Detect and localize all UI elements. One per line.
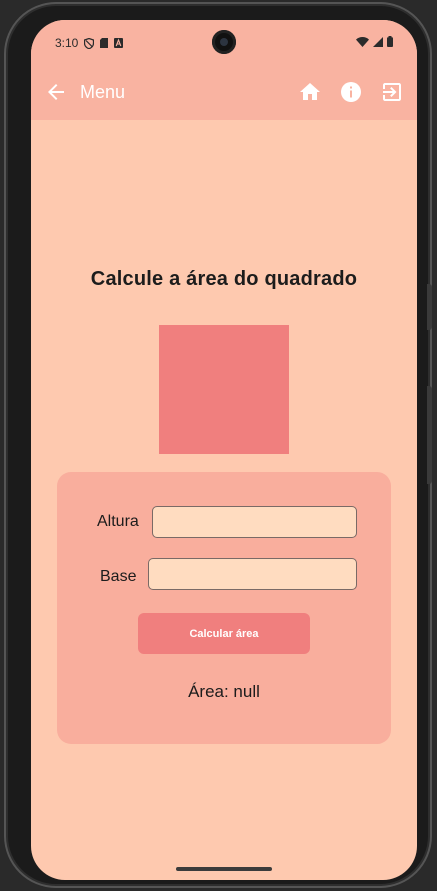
- app-screen: 3:10 Menu Calcule a área do quadrado Alt…: [31, 20, 417, 880]
- status-right: [356, 36, 393, 47]
- power-button: [427, 284, 432, 330]
- home-icon[interactable]: [298, 80, 322, 104]
- phone-frame: 3:10 Menu Calcule a área do quadrado Alt…: [4, 2, 432, 888]
- area-result: Área: null: [188, 682, 260, 701]
- signal-icon: [373, 36, 383, 47]
- page-title: Calcule a área do quadrado: [90, 268, 358, 290]
- status-bar: 3:10: [31, 20, 417, 64]
- a-badge-icon: [114, 38, 124, 48]
- base-input[interactable]: [148, 558, 357, 590]
- front-camera: [212, 30, 236, 54]
- calculator-card: Altura Base Calcular área Área: null: [57, 472, 391, 744]
- info-icon[interactable]: [339, 80, 363, 104]
- base-label: Base: [100, 568, 137, 585]
- app-bar-title: Menu: [80, 82, 126, 102]
- wifi-icon: [356, 36, 369, 47]
- sd-card-icon: [100, 38, 109, 48]
- top-app-bar: Menu: [31, 64, 417, 120]
- height-input[interactable]: [152, 506, 357, 538]
- status-time: 3:10: [55, 36, 79, 50]
- calculate-area-button[interactable]: Calcular área: [138, 613, 310, 654]
- arrow-left-icon[interactable]: [44, 80, 68, 104]
- shield-icon: [84, 37, 95, 49]
- battery-icon: [387, 36, 393, 47]
- volume-button: [427, 386, 432, 484]
- gesture-nav-handle[interactable]: [176, 867, 272, 871]
- height-label: Altura: [97, 513, 139, 530]
- status-left: 3:10: [55, 36, 124, 50]
- exit-to-app-icon[interactable]: [380, 80, 404, 104]
- square-shape: [159, 325, 289, 454]
